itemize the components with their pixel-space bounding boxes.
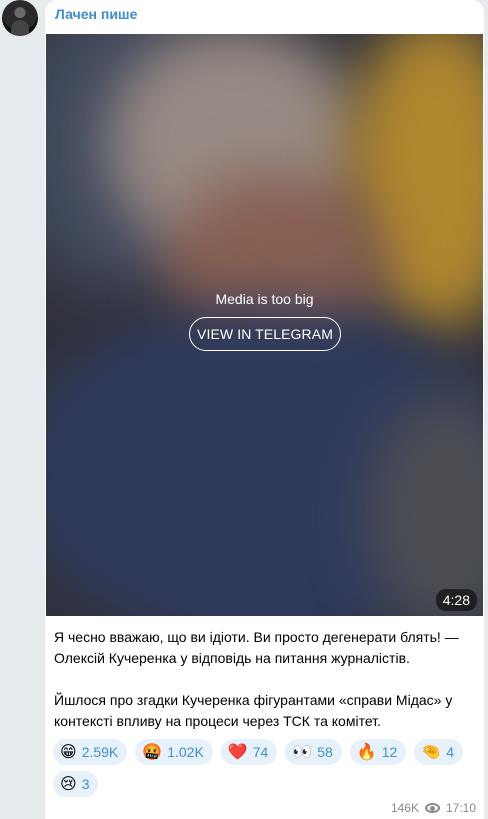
message-meta: 146K 17:10 xyxy=(391,801,476,815)
cursing-face-emoji-icon: 🤬 xyxy=(142,742,163,761)
eye-icon xyxy=(424,803,440,813)
message-paragraph: Йшлося про згадки Кучеренка фігурантами … xyxy=(54,692,453,729)
view-count: 146K xyxy=(390,801,419,815)
reaction-count: 3 xyxy=(81,776,90,792)
pinch-emoji-icon: 🤏 xyxy=(421,742,442,761)
channel-avatar[interactable] xyxy=(2,0,38,36)
reaction-grin[interactable]: 😁 2.59K xyxy=(53,739,128,765)
crying-face-emoji-icon: 😢 xyxy=(60,774,77,793)
view-in-telegram-button[interactable]: VIEW IN TELEGRAM xyxy=(189,317,341,351)
reaction-count: 58 xyxy=(317,744,333,760)
reaction-cry[interactable]: 😢 3 xyxy=(53,771,99,797)
eyes-emoji-icon: 👀 xyxy=(292,742,313,761)
message-bubble: Лачен пише Media is too big VIEW IN TELE… xyxy=(45,0,484,819)
message-time: 17:10 xyxy=(445,801,476,815)
reaction-fire[interactable]: 🔥 12 xyxy=(349,739,407,765)
reactions-bar: 😁 2.59K 🤬 1.02K ❤️ 74 👀 58 🔥 12 🤏 4 😢 3 xyxy=(53,739,478,797)
reaction-count: 12 xyxy=(381,744,398,760)
reaction-heart[interactable]: ❤️ 74 xyxy=(220,739,278,765)
reaction-count: 4 xyxy=(446,744,455,760)
heart-emoji-icon: ❤️ xyxy=(227,742,248,761)
message-paragraph: Я чесно вважаю, що ви ідіоти. Ви просто … xyxy=(54,629,459,666)
video-preview[interactable]: Media is too big VIEW IN TELEGRAM 4:28 xyxy=(46,34,483,616)
reaction-count: 74 xyxy=(252,744,269,760)
fire-emoji-icon: 🔥 xyxy=(356,742,377,761)
reaction-count: 1.02K xyxy=(167,744,204,760)
channel-name[interactable]: Лачен пише xyxy=(55,6,137,22)
video-duration: 4:28 xyxy=(435,589,477,611)
reaction-pinch[interactable]: 🤏 4 xyxy=(414,739,464,765)
reaction-count: 2.59K xyxy=(81,744,119,760)
grin-emoji-icon: 😁 xyxy=(60,742,77,761)
reaction-angry[interactable]: 🤬 1.02K xyxy=(135,739,213,765)
message-text: Я чесно вважаю, що ви ідіоти. Ви просто … xyxy=(54,627,479,732)
reaction-eyes[interactable]: 👀 58 xyxy=(285,739,342,765)
media-too-big-label: Media is too big xyxy=(215,291,314,307)
